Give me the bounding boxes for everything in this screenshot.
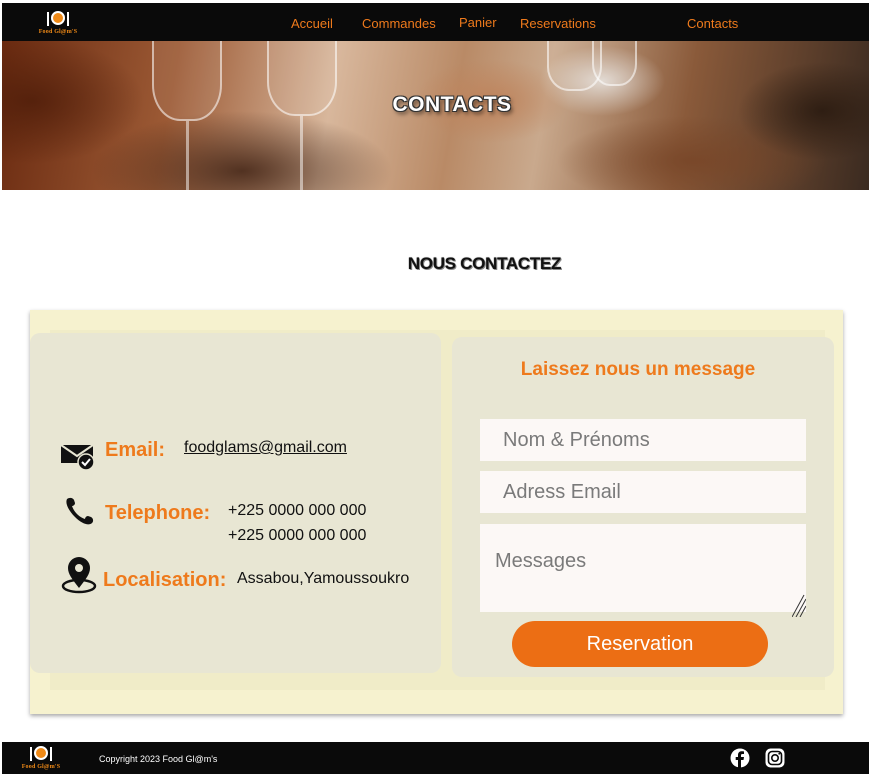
telephone-values: +225 0000 000 000 +225 0000 000 000 [228,498,366,548]
telephone-label: Telephone: [105,502,211,524]
plate-icon [34,746,48,760]
copyright-text: Copyright 2023 Food Gl@m's [99,754,218,764]
email-row: Email: [105,439,165,462]
telephone-row: Telephone: [105,502,210,525]
facebook-icon[interactable] [730,748,750,768]
fork-icon [47,12,49,26]
email-input[interactable] [480,471,806,513]
nav-link-reservations[interactable]: Reservations [520,16,596,31]
footer: Food Gl@m'S Copyright 2023 Food Gl@m's [2,742,869,774]
brand-logo-text: Food Gl@m'S [38,29,78,35]
telephone-line-1: +225 0000 000 000 [228,502,367,519]
nav-link-panier[interactable]: Panier [459,15,497,30]
location-label: Localisation: [103,569,227,591]
instagram-icon[interactable] [765,748,785,768]
telephone-line-2: +225 0000 000 000 [228,527,367,544]
form-title: Laissez nous un message [520,359,756,380]
contact-section: Email: foodglams@gmail.com Telephone: +2… [30,310,843,714]
name-input[interactable] [480,419,806,461]
section-title: NOUS CONTACTEZ [407,254,562,273]
hero-banner: CONTACTS [2,41,869,190]
phone-icon [66,497,94,525]
location-row: Localisation: [103,569,226,592]
location-pin-icon [61,557,97,594]
footer-logo-text: Food Gl@m'S [21,764,61,770]
footer-logo[interactable]: Food Gl@m'S [18,745,64,773]
fork-icon [30,747,32,761]
email-check-icon [60,444,95,471]
hero-glass-stem [186,121,189,190]
email-label: Email: [105,439,166,461]
contact-info-panel: Email: foodglams@gmail.com Telephone: +2… [30,333,441,673]
email-link[interactable]: foodglams@gmail.com [184,435,347,460]
contact-form: Laissez nous un message Reservation [452,337,834,677]
plate-icon [51,11,65,25]
nav-link-commandes[interactable]: Commandes [362,16,436,31]
nav-link-contacts[interactable]: Contacts [687,16,738,31]
knife-icon [50,747,52,761]
knife-icon [67,12,69,26]
hero-glass-stem [300,116,303,190]
hero-title: CONTACTS [392,93,512,116]
top-navbar: Food Gl@m'S Accueil Commandes Panier Res… [2,3,869,41]
brand-logo[interactable]: Food Gl@m'S [35,10,81,38]
message-textarea[interactable] [480,524,806,612]
resize-grip-icon[interactable] [792,593,806,617]
reservation-button[interactable]: Reservation [512,621,768,667]
location-value: Assabou,Yamoussoukro [237,570,410,587]
hero-glass-shape [592,41,637,86]
nav-link-accueil[interactable]: Accueil [291,16,333,31]
